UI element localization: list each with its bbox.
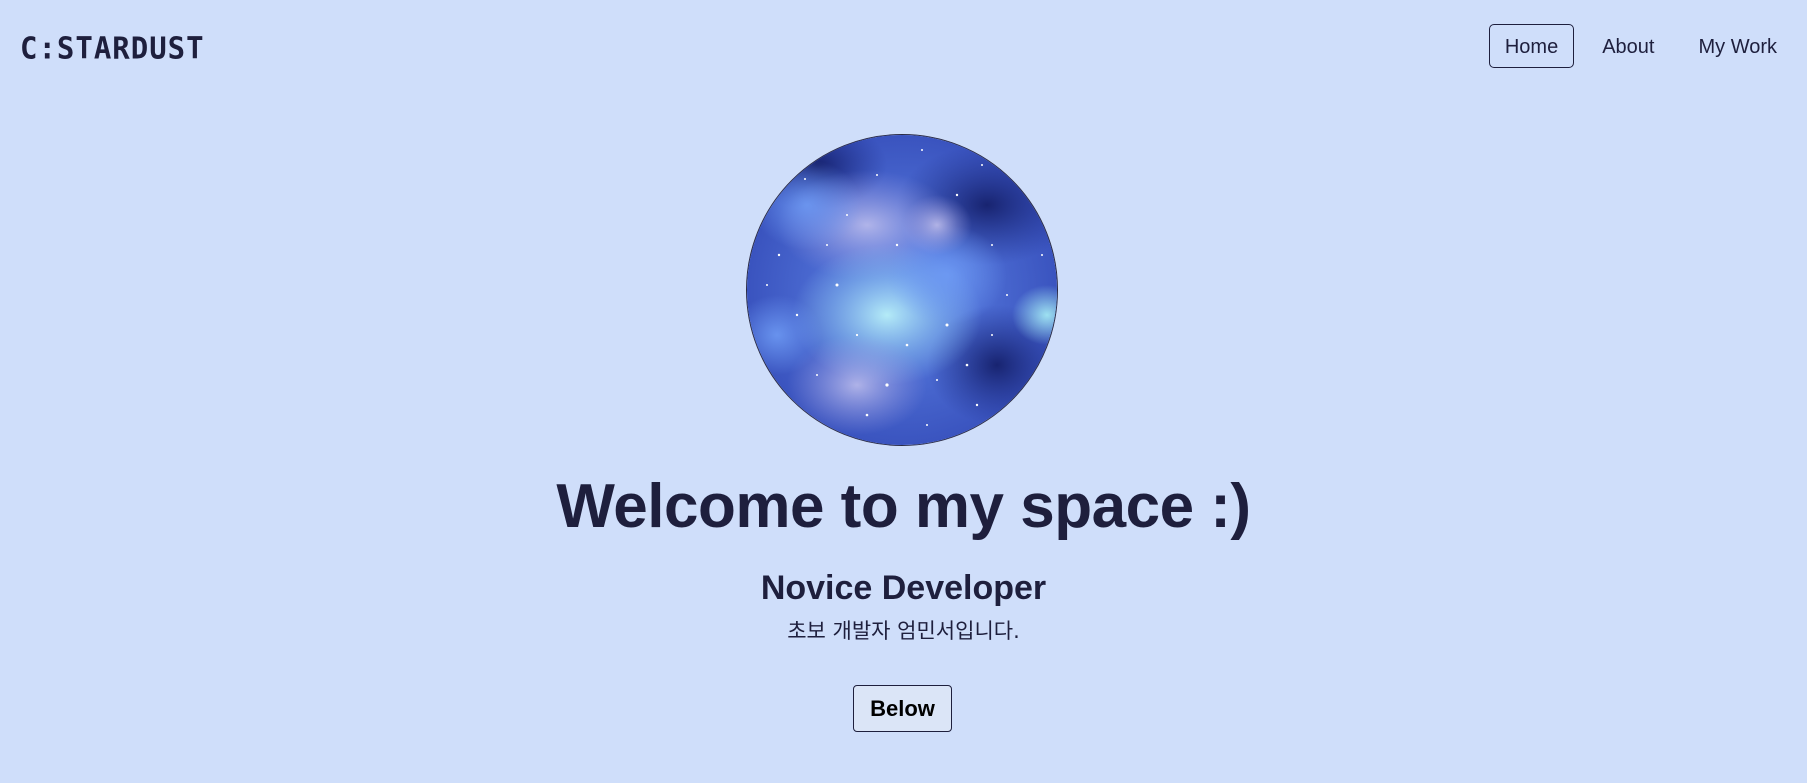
intro-text: 초보 개발자 엄민서입니다.: [787, 619, 1020, 643]
page: C:STARDUST Home About My Work Welcome to…: [0, 0, 1807, 783]
below-button[interactable]: Below: [853, 685, 952, 732]
galaxy-nebula-image: [747, 135, 1057, 445]
nav-item-my-work[interactable]: My Work: [1682, 24, 1793, 68]
main-nav: Home About My Work: [1477, 24, 1793, 68]
page-subtitle: Novice Developer: [760, 569, 1047, 607]
site-logo[interactable]: C:STARDUST: [20, 30, 205, 66]
profile-avatar: [746, 134, 1058, 446]
nav-item-home[interactable]: Home: [1488, 24, 1575, 68]
page-title: Welcome to my space :): [556, 472, 1251, 541]
top-navigation-bar: C:STARDUST Home About My Work: [0, 0, 1807, 94]
nav-item-about[interactable]: About: [1586, 24, 1670, 68]
